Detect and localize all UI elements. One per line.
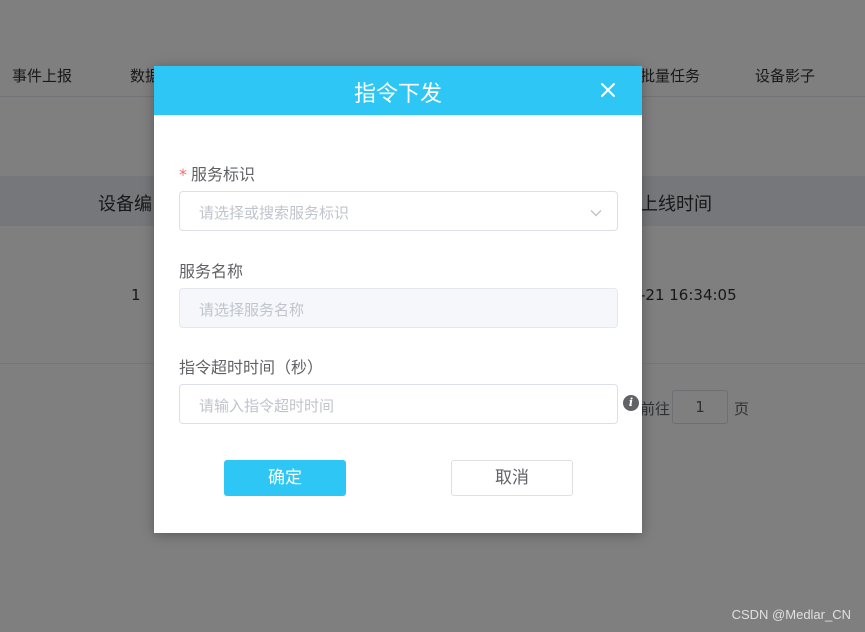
service-id-select[interactable]: 请选择或搜索服务标识 (179, 191, 618, 231)
service-id-label-text: 服务标识 (191, 165, 256, 184)
timeout-label: 指令超时时间（秒） (179, 358, 324, 377)
watermark: CSDN @Medlar_CN (731, 607, 851, 622)
close-icon[interactable] (596, 78, 620, 102)
service-name-field: 请选择服务名称 (179, 288, 618, 328)
confirm-button[interactable]: 确定 (224, 460, 346, 496)
cancel-button[interactable]: 取消 (451, 460, 573, 496)
info-icon[interactable]: i (623, 395, 639, 411)
timeout-placeholder: 请输入指令超时时间 (199, 397, 335, 415)
service-name-label: 服务名称 (179, 262, 244, 281)
service-id-placeholder: 请选择或搜索服务标识 (199, 204, 350, 222)
dialog-header: 指令下发 (154, 66, 642, 115)
required-mark: * (179, 165, 187, 184)
service-id-label: * 服务标识 (179, 161, 255, 185)
dialog-title: 指令下发 (353, 82, 442, 107)
service-name-placeholder: 请选择服务名称 (199, 301, 305, 319)
command-dialog: 指令下发 * 服务标识 请选择或搜索服务标识 服务名称 请选择服务名称 指令超时时… (154, 66, 642, 533)
timeout-input[interactable]: 请输入指令超时时间 (179, 384, 618, 424)
chevron-down-icon[interactable] (589, 205, 603, 219)
